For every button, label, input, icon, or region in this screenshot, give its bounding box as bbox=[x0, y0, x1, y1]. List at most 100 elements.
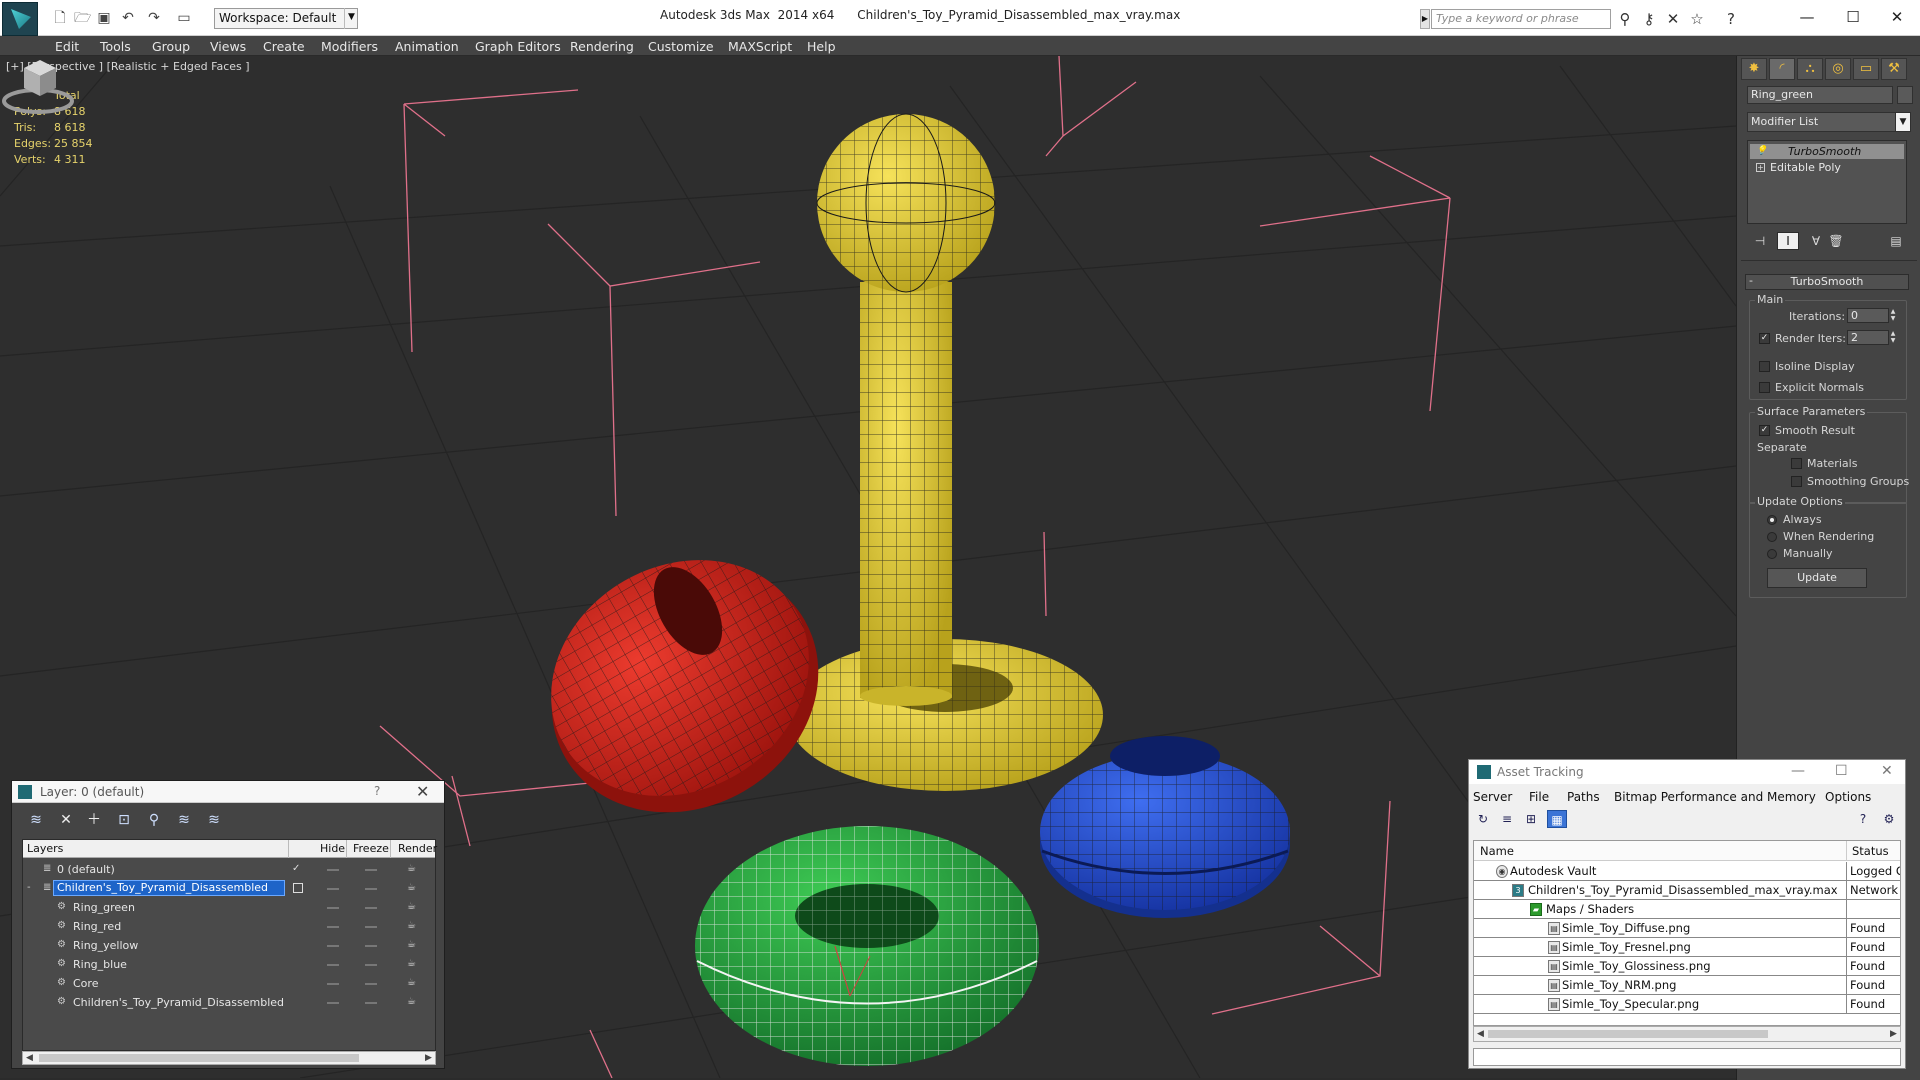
hide-toggle[interactable] bbox=[327, 907, 339, 909]
modify-tab-icon[interactable]: ◜ bbox=[1769, 58, 1795, 80]
chevron-down-icon[interactable]: ▼ bbox=[344, 8, 358, 29]
asset-row[interactable]: ▤ Simle_Toy_Specular.png Found bbox=[1474, 995, 1900, 1014]
always-radio[interactable] bbox=[1767, 515, 1777, 525]
search-input[interactable]: Type a keyword or phrase bbox=[1431, 9, 1611, 29]
maximize-button[interactable]: ☐ bbox=[1830, 4, 1876, 30]
highlight-layer-icon[interactable]: ⚲ bbox=[144, 810, 164, 830]
scroll-right-icon[interactable]: ▶ bbox=[1890, 1028, 1897, 1040]
render-teapot-icon[interactable]: ☕ bbox=[407, 864, 419, 874]
refresh-icon[interactable]: ↻ bbox=[1473, 810, 1493, 828]
stack-item-editable-poly[interactable]: + Editable Poly bbox=[1750, 160, 1904, 175]
asset-row[interactable]: 3 Children's_Toy_Pyramid_Disassembled_ma… bbox=[1474, 881, 1900, 900]
scroll-right-icon[interactable]: ▶ bbox=[425, 1052, 432, 1064]
layer-row[interactable]: ⚙ Ring_blue ☕ bbox=[23, 955, 435, 974]
modifier-list-dropdown[interactable]: Modifier List bbox=[1747, 112, 1907, 132]
new-layer-icon[interactable]: ≋ bbox=[26, 810, 46, 830]
hierarchy-tab-icon[interactable]: ⛬ bbox=[1797, 58, 1823, 80]
asset-window-titlebar[interactable]: Asset Tracking — ☐ ✕ bbox=[1469, 760, 1905, 784]
render-teapot-icon[interactable]: ☕ bbox=[407, 959, 419, 969]
hide-toggle[interactable] bbox=[327, 983, 339, 985]
settings-icon[interactable]: ⚙ bbox=[1879, 810, 1899, 828]
asset-row[interactable]: ▤ Simle_Toy_Glossiness.png Found bbox=[1474, 957, 1900, 976]
minimize-icon[interactable]: — bbox=[1791, 763, 1805, 779]
scroll-left-icon[interactable]: ◀ bbox=[1477, 1028, 1484, 1040]
menu-tools[interactable]: Tools bbox=[100, 39, 131, 54]
hide-toggle[interactable] bbox=[327, 964, 339, 966]
minimize-button[interactable]: — bbox=[1784, 4, 1830, 30]
layer-row[interactable]: - ≣ Children's_Toy_Pyramid_Disassembled … bbox=[23, 879, 435, 898]
render-teapot-icon[interactable]: ☕ bbox=[407, 921, 419, 931]
column-status[interactable]: Status bbox=[1852, 844, 1889, 858]
layer-row[interactable]: ⚙ Core ☕ bbox=[23, 974, 435, 993]
menu-animation[interactable]: Animation bbox=[395, 39, 459, 54]
spinner-arrows-icon[interactable]: ▲ ▼ bbox=[1889, 308, 1897, 323]
render-teapot-icon[interactable]: ☕ bbox=[407, 978, 419, 988]
freeze-toggle[interactable] bbox=[365, 907, 377, 909]
binoculars-icon[interactable]: ⚲ bbox=[1616, 10, 1634, 28]
search-expand-icon[interactable]: ▶ bbox=[1420, 9, 1430, 29]
manually-radio[interactable] bbox=[1767, 549, 1777, 559]
redo-icon[interactable]: ↷ bbox=[146, 10, 162, 26]
close-button[interactable]: ✕ bbox=[1874, 4, 1920, 30]
column-layers[interactable]: Layers bbox=[27, 842, 63, 855]
show-end-result-icon[interactable]: Ⅰ bbox=[1777, 232, 1799, 250]
menu-group[interactable]: Group bbox=[152, 39, 190, 54]
layer-window-titlebar[interactable]: Layer: 0 (default) ? ✕ bbox=[12, 781, 444, 803]
delete-layer-icon[interactable]: ✕ bbox=[56, 810, 76, 830]
freeze-toggle[interactable] bbox=[365, 983, 377, 985]
render-iters-checkbox[interactable]: ✓ bbox=[1759, 333, 1770, 344]
menu-customize[interactable]: Customize bbox=[648, 39, 714, 54]
horizontal-scrollbar[interactable]: ◀ ▶ bbox=[22, 1051, 436, 1065]
help-icon[interactable]: ? bbox=[374, 784, 380, 798]
freeze-toggle[interactable] bbox=[365, 1002, 377, 1004]
isoline-display-checkbox[interactable] bbox=[1759, 361, 1770, 372]
collapse-icon[interactable]: - bbox=[27, 883, 37, 893]
workspace-dropdown[interactable]: Workspace: Default bbox=[214, 8, 358, 29]
add-to-layer-icon[interactable]: ＋ bbox=[84, 810, 104, 830]
object-name-field[interactable]: Ring_green bbox=[1747, 86, 1893, 104]
freeze-toggle[interactable] bbox=[365, 926, 377, 928]
hide-toggle[interactable] bbox=[327, 869, 339, 871]
menu-maxscript[interactable]: MAXScript bbox=[728, 39, 792, 54]
when-rendering-radio[interactable] bbox=[1767, 532, 1777, 542]
freeze-toggle[interactable] bbox=[365, 888, 377, 890]
remove-modifier-icon[interactable]: 🗑 bbox=[1825, 232, 1847, 250]
menu-views[interactable]: Views bbox=[210, 39, 246, 54]
render-teapot-icon[interactable]: ☕ bbox=[407, 902, 419, 912]
undo-icon[interactable]: ↶ bbox=[120, 10, 136, 26]
lightbulb-icon[interactable]: 💡 bbox=[1756, 146, 1767, 157]
asset-menu-options[interactable]: Options bbox=[1825, 790, 1871, 804]
motion-tab-icon[interactable]: ◎ bbox=[1825, 58, 1851, 80]
display-tab-icon[interactable]: ▭ bbox=[1853, 58, 1879, 80]
object-color-swatch[interactable] bbox=[1897, 86, 1913, 104]
asset-row[interactable]: ▤ Simle_Toy_Diffuse.png Found bbox=[1474, 919, 1900, 938]
asset-menu-paths[interactable]: Paths bbox=[1567, 790, 1600, 804]
menu-edit[interactable]: Edit bbox=[55, 39, 79, 54]
open-file-icon[interactable]: 🗁 bbox=[74, 10, 91, 26]
freeze-all-layers-icon[interactable]: ≋ bbox=[204, 810, 224, 830]
pin-stack-icon[interactable]: ⊣ bbox=[1749, 232, 1771, 250]
asset-row[interactable]: ▤ Simle_Toy_NRM.png Found bbox=[1474, 976, 1900, 995]
explicit-normals-checkbox[interactable] bbox=[1759, 382, 1770, 393]
key-icon[interactable]: ⚷ bbox=[1640, 10, 1658, 28]
freeze-toggle[interactable] bbox=[365, 964, 377, 966]
save-file-icon[interactable]: ▣ bbox=[96, 10, 112, 26]
utilities-tab-icon[interactable]: ⚒ bbox=[1881, 58, 1907, 80]
layer-row[interactable]: ⚙ Ring_green ☕ bbox=[23, 898, 435, 917]
render-teapot-icon[interactable]: ☕ bbox=[407, 997, 419, 1007]
horizontal-scrollbar[interactable]: ◀ ▶ bbox=[1473, 1026, 1901, 1042]
hide-toggle[interactable] bbox=[327, 888, 339, 890]
rollout-turbosmooth-header[interactable]: TurboSmooth bbox=[1745, 274, 1909, 290]
create-tab-icon[interactable]: ✸ bbox=[1741, 58, 1767, 80]
render-teapot-icon[interactable]: ☕ bbox=[407, 940, 419, 950]
app-menu-button[interactable] bbox=[2, 2, 38, 36]
asset-menu-bitmap-performance[interactable]: Bitmap Performance and Memory bbox=[1614, 790, 1816, 804]
column-render[interactable]: Render bbox=[398, 842, 437, 855]
table-view-icon[interactable]: ▦ bbox=[1547, 810, 1567, 828]
project-folder-icon[interactable]: ▭ bbox=[176, 10, 192, 26]
select-in-layer-icon[interactable]: ⊡ bbox=[114, 810, 134, 830]
hide-toggle[interactable] bbox=[327, 926, 339, 928]
hide-toggle[interactable] bbox=[327, 945, 339, 947]
menu-create[interactable]: Create bbox=[263, 39, 305, 54]
exchange-icon[interactable]: ✕ bbox=[1664, 10, 1682, 28]
